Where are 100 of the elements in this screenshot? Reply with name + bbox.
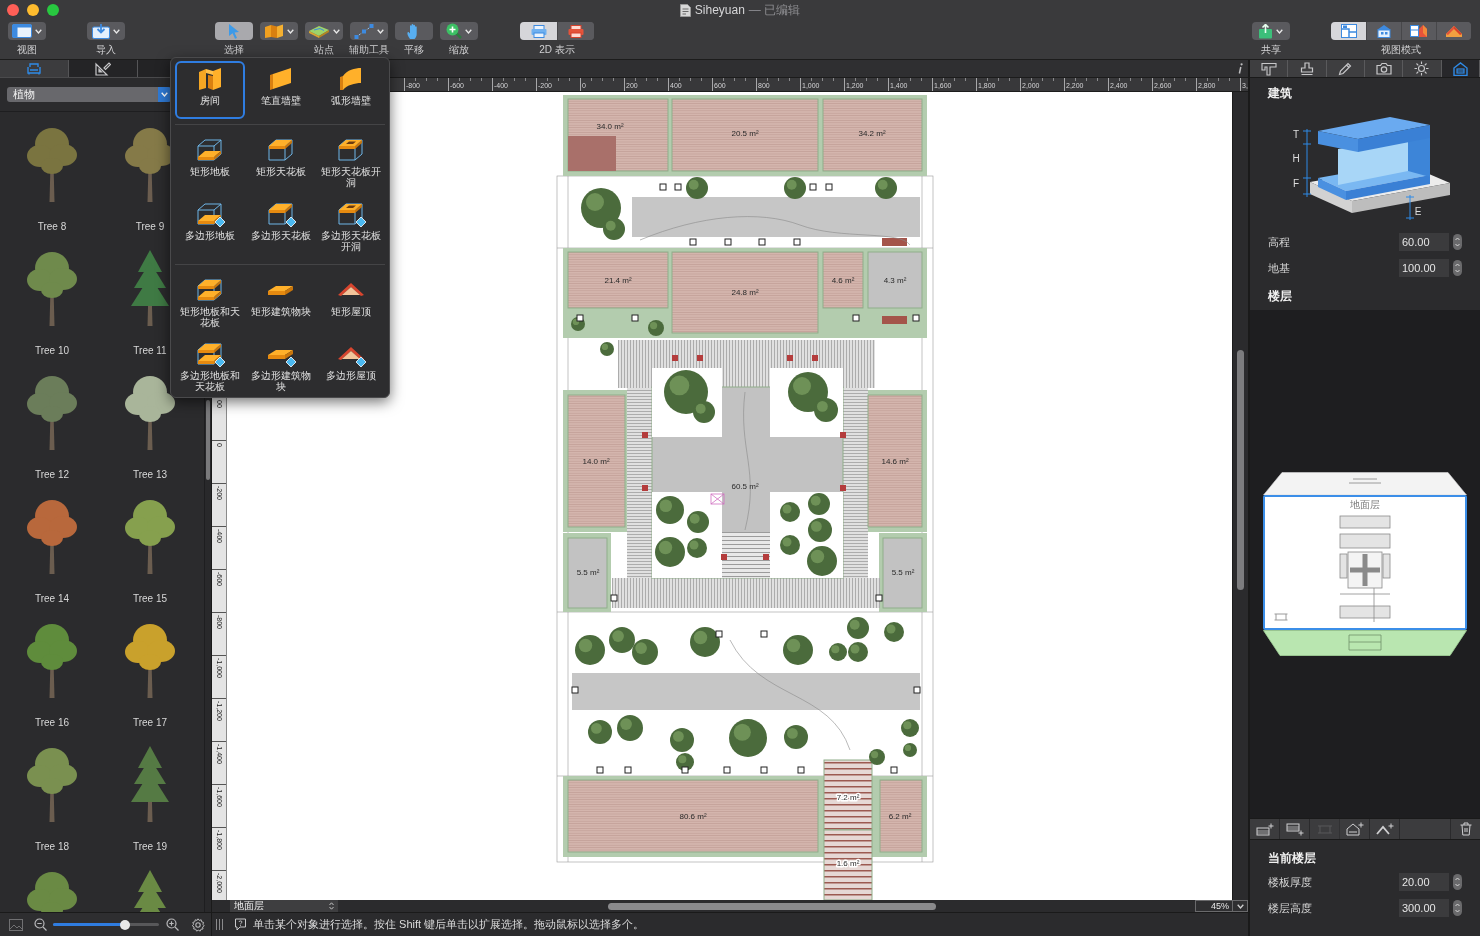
tree-icon	[780, 535, 800, 555]
number-field[interactable]: 20.00	[1399, 873, 1449, 891]
floor-slab-icon	[194, 201, 226, 227]
category-dropdown[interactable]: 植物	[7, 87, 171, 102]
tree-icon	[588, 720, 612, 744]
menu-item[interactable]: 多边形建筑物块	[245, 335, 316, 399]
inspector-tab[interactable]	[1365, 60, 1404, 77]
number-field[interactable]: 100.00	[1399, 259, 1449, 277]
guides-tool-button[interactable]	[349, 22, 388, 40]
fixture-marker-icon	[809, 183, 817, 191]
fixture-marker-icon	[890, 766, 898, 774]
room-area-label: 14.0 m²	[582, 457, 610, 466]
info-icon[interactable]	[1238, 63, 1243, 74]
pan-tool-button[interactable]	[394, 22, 433, 40]
slider-thumb[interactable]	[120, 919, 131, 930]
minimize-button[interactable]	[27, 4, 39, 16]
stepper-icon[interactable]	[1453, 234, 1462, 250]
drag-handle-icon[interactable]	[216, 919, 223, 930]
tree-icon	[655, 537, 685, 567]
help-icon[interactable]	[234, 918, 247, 931]
plan-view-button[interactable]	[1331, 22, 1366, 40]
thumbnail-size-slider[interactable]	[53, 919, 159, 930]
build-tool-button[interactable]	[259, 22, 298, 40]
menu-item[interactable]: 矩形屋顶	[316, 271, 387, 335]
fixture-marker-icon	[689, 238, 697, 246]
inspector-tab[interactable]	[1250, 60, 1289, 77]
tree-icon	[687, 538, 707, 558]
tree-icon	[729, 719, 767, 757]
roof-icon	[1445, 24, 1463, 38]
tree-icon	[808, 518, 832, 542]
settings-icon[interactable]	[191, 917, 205, 932]
inspector-tab[interactable]	[1441, 60, 1480, 77]
import-button[interactable]	[86, 22, 125, 40]
scrollbar-thumb[interactable]	[1237, 350, 1244, 590]
menu-item[interactable]: 多边形天花板	[245, 195, 316, 259]
inspector-tab[interactable]	[1403, 60, 1442, 77]
scrollbar-thumb[interactable]	[608, 902, 936, 910]
tree-icon	[784, 177, 806, 199]
fixture-marker-icon	[760, 766, 768, 774]
window-layout-icon	[11, 24, 32, 38]
menu-item[interactable]: 矩形天花板开洞	[316, 131, 387, 195]
number-field[interactable]: 300.00	[1399, 899, 1449, 917]
print-view-button[interactable]	[557, 22, 594, 40]
stepper-icon[interactable]	[1453, 874, 1462, 890]
toolbar-label: 视图模式	[1381, 44, 1421, 56]
step-marker	[882, 316, 907, 324]
tree-icon	[632, 639, 658, 665]
close-button[interactable]	[7, 4, 19, 16]
tree-icon	[687, 511, 709, 533]
fixture-marker-icon	[631, 314, 639, 322]
stepper-icon[interactable]	[1453, 900, 1462, 916]
add-roof-icon	[1375, 822, 1394, 836]
perspective-view-button[interactable]	[1436, 22, 1471, 40]
toolbar-label: 共享	[1260, 44, 1281, 56]
number-field[interactable]: 60.00	[1399, 233, 1449, 251]
drafting-tools-icon	[95, 61, 111, 76]
fixture-marker-icon	[875, 594, 883, 602]
select-tool-button[interactable]	[214, 22, 253, 40]
toolbar-label: 站点	[313, 44, 334, 56]
view-button[interactable]	[7, 22, 46, 40]
fullscreen-button[interactable]	[47, 4, 59, 16]
fixture-marker-icon	[758, 238, 766, 246]
section-title: 当前楼层	[1268, 851, 1317, 865]
tree-icon	[780, 502, 800, 522]
tree-label: Tree 16	[34, 717, 70, 729]
inspector-tab[interactable]	[1326, 60, 1365, 77]
toolbar-label: 辅助工具	[348, 44, 389, 56]
menu-item[interactable]: 矩形建筑物块	[245, 271, 316, 335]
scrollbar-thumb[interactable]	[206, 400, 210, 480]
share-button[interactable]	[1251, 22, 1290, 40]
site-tool-button[interactable]	[304, 22, 343, 40]
inspector-tab[interactable]	[1288, 60, 1327, 77]
trash-icon	[1459, 822, 1472, 836]
menu-item[interactable]: 房间	[175, 61, 245, 119]
fixture-marker-icon	[825, 183, 833, 191]
menu-item[interactable]: 矩形天花板	[245, 131, 316, 195]
tree-icon	[848, 642, 868, 662]
tree-icon	[575, 635, 605, 665]
level-card[interactable]: 地面层	[1263, 495, 1467, 630]
guide-points-icon	[353, 23, 374, 39]
menu-item[interactable]: 多边形天花板开洞	[316, 195, 387, 259]
plan-view-button[interactable]	[520, 22, 557, 40]
tree-icon	[784, 725, 808, 749]
fixture-marker-icon	[715, 630, 723, 638]
stepper-icon[interactable]	[1453, 260, 1462, 276]
caret-icon	[1236, 903, 1244, 909]
site-level-card[interactable]	[1263, 630, 1467, 656]
menu-item[interactable]: 多边形屋顶	[316, 335, 387, 399]
level-picker[interactable]: 地面层	[230, 900, 338, 912]
fixture-marker-icon	[760, 630, 768, 638]
zoom-tool-button[interactable]	[439, 22, 478, 40]
upper-level-card[interactable]	[1263, 472, 1467, 495]
column-marker-icon	[763, 554, 769, 560]
document-icon	[679, 3, 691, 17]
room-area-label: 6.2 m²	[888, 812, 912, 821]
zoom-level-dropdown[interactable]: 45%	[1195, 900, 1248, 912]
edited-status: — 已编辑	[748, 3, 801, 17]
fixture-marker-icon	[596, 766, 604, 774]
field-label: 楼层高度	[1268, 901, 1312, 915]
tree-icon	[869, 749, 885, 765]
